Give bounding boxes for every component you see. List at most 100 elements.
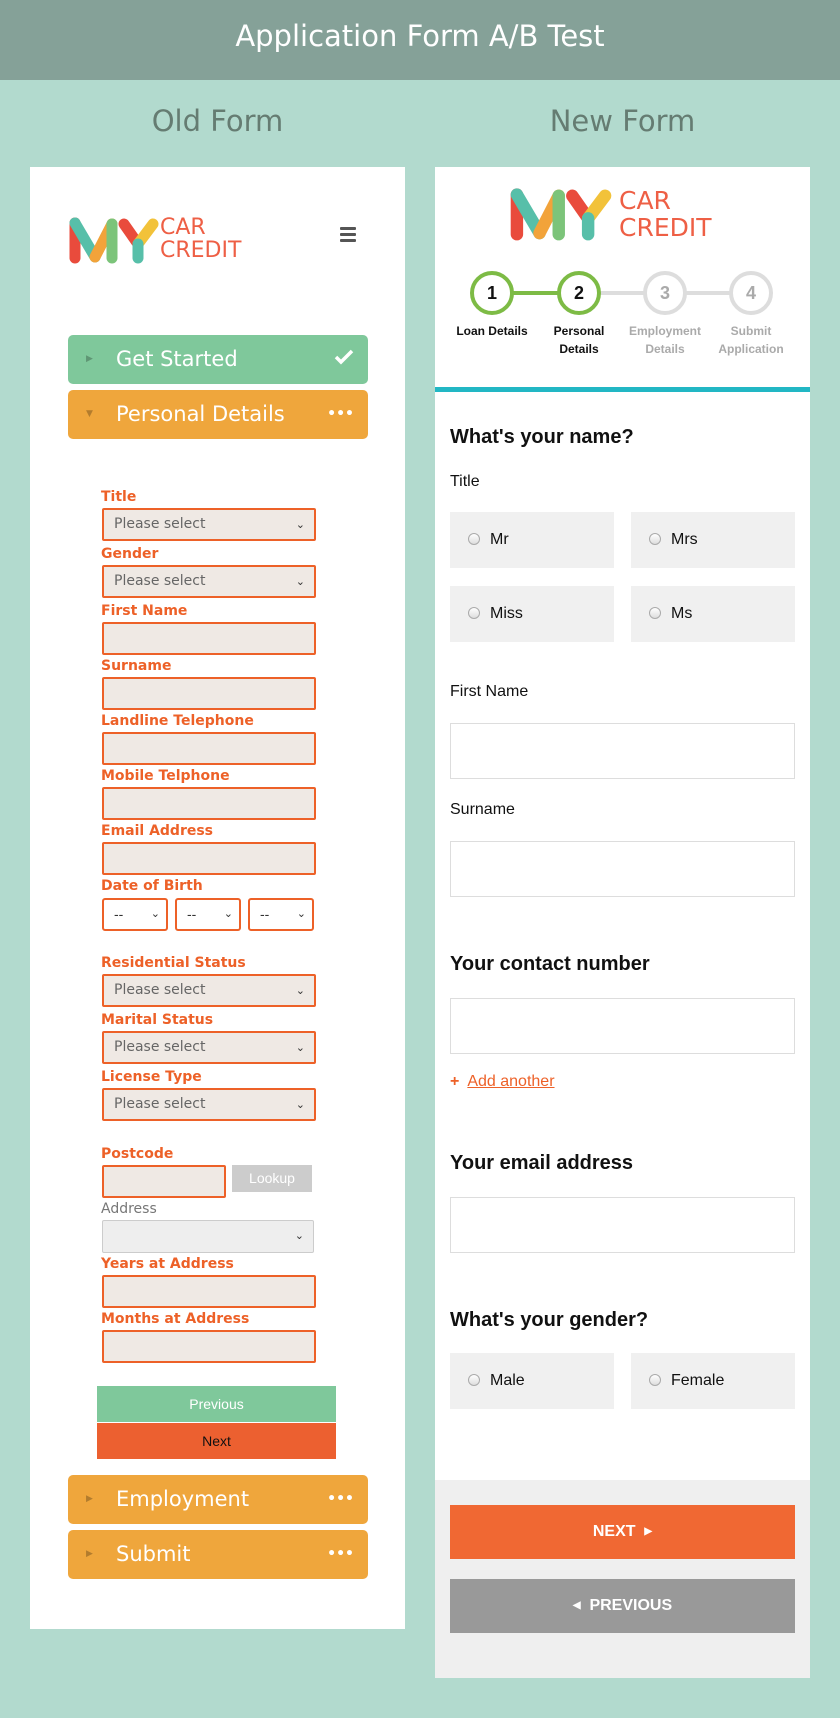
step-label-line: Details <box>645 342 685 356</box>
gender-option-male[interactable]: Male <box>450 1353 614 1409</box>
radio-icon <box>468 1374 480 1386</box>
surname-input[interactable] <box>450 841 795 897</box>
next-button[interactable]: Next <box>97 1423 336 1459</box>
button-label: NEXT <box>592 1523 636 1540</box>
my-car-credit-logo: CAR CREDIT <box>509 187 739 243</box>
chevron-down-icon: ⌄ <box>294 1229 304 1242</box>
step-label-line: Application <box>718 342 784 356</box>
contact-heading: Your contact number <box>450 953 650 975</box>
marital-select[interactable]: Please select ⌄ <box>102 1031 316 1064</box>
old-form-panel: CAR CREDIT ▶ Get Started ▼ Personal Deta… <box>30 167 405 1629</box>
mobile-label: Mobile Telphone <box>101 768 230 784</box>
postcode-label: Postcode <box>101 1146 174 1162</box>
chevron-down-icon: ⌄ <box>295 1041 305 1054</box>
section-personal-details[interactable]: ▼ Personal Details ••• <box>68 390 368 439</box>
my-logo-mark <box>510 188 612 241</box>
step-4-label: Submit Application <box>706 322 796 358</box>
old-form-title: Old Form <box>151 104 284 138</box>
caret-right-icon: ▶ <box>86 1494 93 1504</box>
caret-down-icon: ▼ <box>86 409 93 419</box>
postcode-input[interactable] <box>102 1165 226 1198</box>
ellipsis-icon: ••• <box>327 1546 354 1562</box>
email-heading: Your email address <box>450 1152 634 1174</box>
add-another-text: Add another <box>467 1073 555 1090</box>
first-name-input[interactable] <box>102 622 316 655</box>
first-name-label: First Name <box>101 603 188 619</box>
mobile-input[interactable] <box>102 787 316 820</box>
my-car-credit-logo: CAR CREDIT <box>68 217 268 267</box>
step-4-circle: 4 <box>729 271 773 315</box>
dob-month-select[interactable]: -- ⌄ <box>175 898 241 931</box>
gender-select[interactable]: Please select ⌄ <box>102 565 316 598</box>
address-select[interactable]: ⌄ <box>102 1220 314 1253</box>
check-icon <box>334 335 354 384</box>
license-select[interactable]: Please select ⌄ <box>102 1088 316 1121</box>
logo-text-car: CAR <box>160 215 206 240</box>
chevron-down-icon: ⌄ <box>295 1098 305 1111</box>
select-value: -- <box>260 906 270 922</box>
title-option-miss[interactable]: Miss <box>450 586 614 642</box>
radio-icon <box>468 607 480 619</box>
caret-right-icon: ▶ <box>86 1549 93 1559</box>
section-submit[interactable]: ▶ Submit ••• <box>68 1530 368 1579</box>
section-label: Submit <box>116 1542 191 1566</box>
step-3-label: Employment Details <box>620 322 710 358</box>
ellipsis-icon: ••• <box>327 406 354 422</box>
option-label: Male <box>490 1372 525 1389</box>
surname-label: Surname <box>450 801 515 818</box>
select-value: Please select <box>114 573 206 589</box>
arrow-right-icon: ▶ <box>644 1526 653 1537</box>
section-employment[interactable]: ▶ Employment ••• <box>68 1475 368 1524</box>
page-banner: Application Form A/B Test <box>0 0 840 80</box>
select-value: -- <box>187 906 197 922</box>
contact-number-input[interactable] <box>450 998 795 1054</box>
add-another-link[interactable]: + Add another <box>450 1073 555 1091</box>
gender-option-female[interactable]: Female <box>631 1353 795 1409</box>
email-input[interactable] <box>102 842 316 875</box>
caret-right-icon: ▶ <box>86 354 93 364</box>
address-label: Address <box>101 1201 157 1217</box>
step-label-line: Submit <box>730 324 772 338</box>
previous-button[interactable]: Previous <box>97 1386 336 1422</box>
chevron-down-icon: ⌄ <box>296 908 306 920</box>
email-input[interactable] <box>450 1197 795 1253</box>
title-option-ms[interactable]: Ms <box>631 586 795 642</box>
select-value: Please select <box>114 1096 206 1112</box>
dob-day-select[interactable]: -- ⌄ <box>102 898 168 931</box>
step-label-line: Personal <box>553 324 605 338</box>
surname-input[interactable] <box>102 677 316 710</box>
progress-divider <box>435 387 810 392</box>
chevron-down-icon: ⌄ <box>295 575 305 588</box>
step-2-label: Personal Details <box>534 322 624 358</box>
years-label: Years at Address <box>101 1256 234 1272</box>
section-get-started[interactable]: ▶ Get Started <box>68 335 368 384</box>
residential-label: Residential Status <box>101 955 246 971</box>
landline-input[interactable] <box>102 732 316 765</box>
step-1-label: Loan Details <box>447 322 537 340</box>
lookup-button[interactable]: Lookup <box>232 1165 312 1192</box>
hamburger-icon[interactable] <box>340 227 356 245</box>
next-button[interactable]: NEXT ▶ <box>450 1505 795 1559</box>
license-label: License Type <box>101 1069 202 1085</box>
email-label: Email Address <box>101 823 214 839</box>
ellipsis-icon: ••• <box>327 1491 354 1507</box>
section-label: Get Started <box>116 347 238 371</box>
years-input[interactable] <box>102 1275 316 1308</box>
step-3-circle: 3 <box>643 271 687 315</box>
step-1-circle: 1 <box>470 271 514 315</box>
first-name-input[interactable] <box>450 723 795 779</box>
option-label: Female <box>671 1372 725 1389</box>
option-label: Mrs <box>671 531 698 548</box>
name-heading: What's your name? <box>450 426 634 448</box>
title-select[interactable]: Please select ⌄ <box>102 508 316 541</box>
dob-year-select[interactable]: -- ⌄ <box>248 898 314 931</box>
arrow-left-icon: ◀ <box>572 1600 581 1611</box>
previous-button[interactable]: ◀ PREVIOUS <box>450 1579 795 1633</box>
residential-select[interactable]: Please select ⌄ <box>102 974 316 1007</box>
title-option-mr[interactable]: Mr <box>450 512 614 568</box>
new-form-panel: CAR CREDIT 1 2 3 4 Loan Details Personal… <box>435 167 810 1678</box>
title-option-mrs[interactable]: Mrs <box>631 512 795 568</box>
months-input[interactable] <box>102 1330 316 1363</box>
my-logo-mark <box>69 217 159 264</box>
title-label: Title <box>101 489 137 505</box>
